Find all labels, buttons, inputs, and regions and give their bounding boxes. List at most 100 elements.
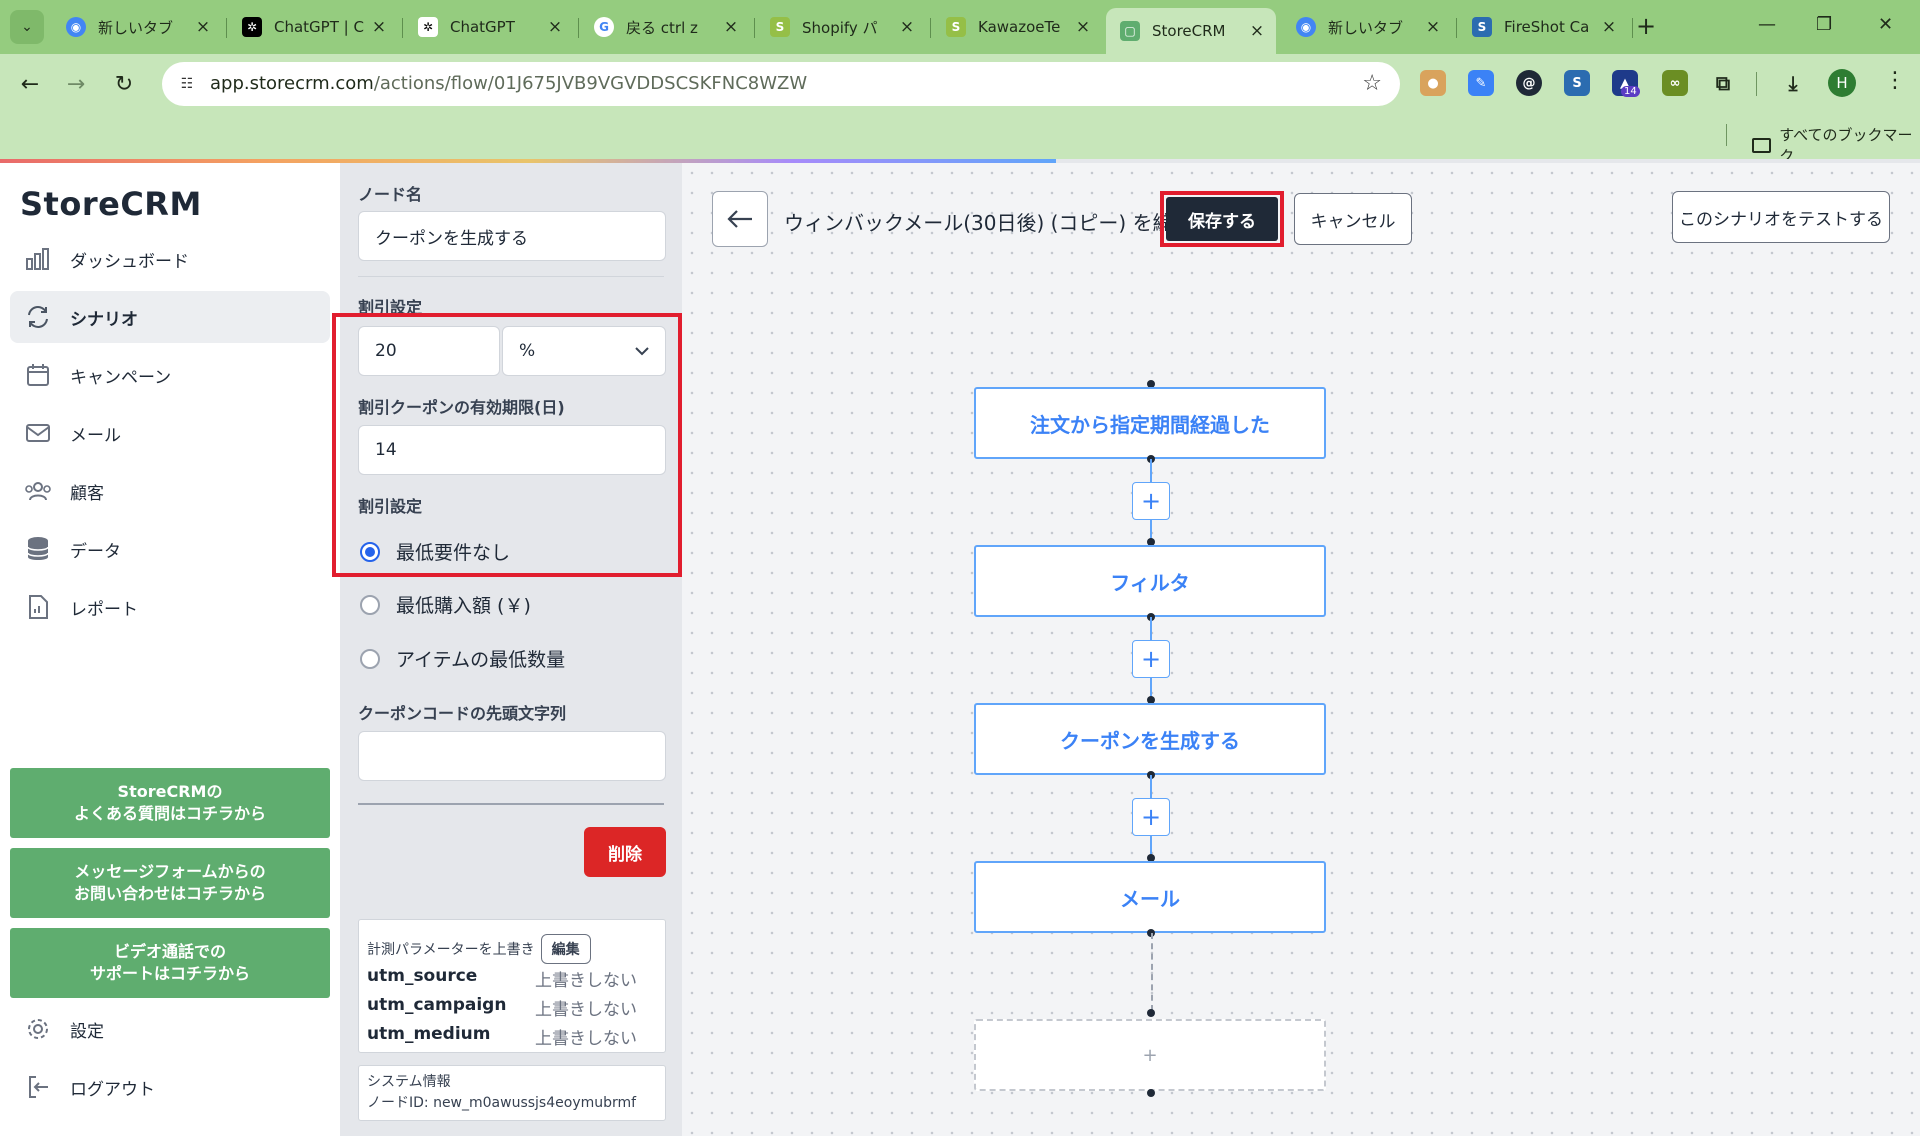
fireshot-extension-icon[interactable]: S	[1564, 70, 1590, 96]
back-button[interactable]	[712, 191, 768, 247]
radio-min-quantity[interactable]: アイテムの最低数量	[360, 645, 565, 672]
tab-3[interactable]: G 戻る ctrl z ×	[580, 8, 750, 46]
site-info-icon[interactable]: ☷	[176, 73, 198, 95]
restore-icon[interactable]: ❐	[1816, 14, 1832, 35]
openai-icon: ✲	[418, 17, 438, 37]
faq-line2: よくある質問はコチラから	[73, 804, 266, 823]
close-icon[interactable]: ×	[898, 17, 916, 37]
scenario-title: ウィンバックメール(30日後) (コピー) を編集中	[784, 211, 1213, 235]
sidebar-item-report[interactable]: レポート	[10, 581, 330, 633]
tab-title: KawazoeTe	[978, 18, 1061, 36]
close-icon[interactable]: ×	[194, 17, 212, 37]
utm-edit-button[interactable]: 編集	[540, 934, 591, 964]
coupon-prefix-input[interactable]	[358, 731, 666, 781]
system-info-box: システム情報 ノードID: new_m0awussjs4eoymubrmf	[358, 1065, 666, 1121]
sidebar-item-scenario[interactable]: シナリオ	[10, 291, 330, 343]
password-extension-icon[interactable]: @	[1516, 70, 1542, 96]
reload-icon[interactable]: ↻	[108, 68, 140, 100]
browser-menu-icon[interactable]: ⋮	[1884, 68, 1906, 93]
sidebar-item-customers[interactable]: 顧客	[10, 465, 330, 517]
sidebar-item-mail[interactable]: メール	[10, 407, 330, 459]
plus-icon: +	[1140, 645, 1162, 673]
plus-icon: +	[1142, 1044, 1158, 1066]
sidebar-item-data[interactable]: データ	[10, 523, 330, 575]
contact-form-button[interactable]: メッセージフォームからの お問い合わせはコチラから	[10, 848, 330, 918]
tab-0[interactable]: ◉ 新しいタブ ×	[52, 8, 222, 46]
flow-canvas[interactable]: ウィンバックメール(30日後) (コピー) を編集中 保存する キャンセル この…	[682, 163, 1920, 1136]
cancel-label: キャンセル	[1310, 211, 1396, 232]
close-icon[interactable]: ×	[1424, 17, 1442, 37]
tab-7[interactable]: ◉ 新しいタブ ×	[1282, 8, 1452, 46]
url-path: /actions/flow/01J675JVB9VGVDDSCSKFNC8WZW	[373, 73, 808, 94]
close-icon[interactable]: ×	[370, 17, 388, 37]
radio-indicator[interactable]	[360, 594, 380, 615]
close-icon[interactable]: ×	[1600, 17, 1618, 37]
tab-4[interactable]: S Shopify パ ×	[756, 8, 926, 46]
tab-title: 戻る ctrl z	[626, 18, 698, 37]
tab-5[interactable]: S KawazoeTe ×	[932, 8, 1102, 46]
arrow-left-icon	[727, 210, 752, 228]
sidebar-item-label: ログアウト	[70, 1079, 155, 1100]
flow-node-label: メール	[1120, 886, 1180, 911]
cookie-extension-icon[interactable]: ●	[1420, 70, 1446, 96]
tab-title: FireShot Ca	[1504, 18, 1590, 36]
chrome-icon: ◉	[66, 17, 86, 37]
forward-arrow-icon[interactable]: →	[60, 68, 92, 100]
tab-search-button[interactable]: ⌄	[10, 10, 44, 44]
flow-node-trigger[interactable]: 注文から指定期間経過した	[974, 387, 1326, 459]
sidebar-item-dashboard[interactable]: ダッシュボード	[10, 233, 330, 285]
bookmark-star-icon[interactable]: ☆	[1362, 71, 1382, 96]
back-arrow-icon[interactable]: ←	[14, 68, 46, 100]
test-scenario-button[interactable]: このシナリオをテストする	[1672, 191, 1890, 243]
faq-button[interactable]: StoreCRMの よくある質問はコチラから	[10, 768, 330, 838]
address-bar[interactable]: ☷ app.storecrm.com/actions/flow/01J675JV…	[162, 62, 1400, 106]
flow-node-placeholder[interactable]: +	[974, 1019, 1326, 1091]
video-support-button[interactable]: ビデオ通話での サポートはコチラから	[10, 928, 330, 998]
cancel-button[interactable]: キャンセル	[1294, 193, 1412, 245]
radio-indicator[interactable]	[360, 648, 380, 669]
tab-8[interactable]: S FireShot Ca ×	[1458, 8, 1628, 46]
tab-1[interactable]: ✲ ChatGPT | C ×	[228, 8, 398, 46]
new-tab-button[interactable]: +	[1636, 12, 1656, 40]
url-text[interactable]: app.storecrm.com/actions/flow/01J675JVB9…	[210, 73, 807, 94]
close-icon[interactable]: ×	[1248, 21, 1266, 41]
node-name-input[interactable]: クーポンを生成する	[358, 211, 666, 261]
close-icon[interactable]: ×	[722, 17, 740, 37]
brand-logo[interactable]: StoreCRM	[20, 185, 202, 223]
profile-avatar[interactable]: H	[1828, 69, 1856, 97]
google-icon: G	[594, 17, 614, 37]
sidebar-item-logout[interactable]: ログアウト	[10, 1061, 330, 1113]
download-icon[interactable]: ⤓	[1780, 70, 1806, 96]
test-label: このシナリオをテストする	[1679, 209, 1883, 230]
node-name-value: クーポンを生成する	[375, 228, 528, 249]
video-line1: ビデオ通話での	[113, 942, 226, 961]
close-icon[interactable]: ×	[1074, 17, 1092, 37]
utm-header: 計測パラメーターを上書き 編集	[367, 934, 591, 964]
add-node-button[interactable]: +	[1132, 482, 1170, 520]
flow-node-filter[interactable]: フィルタ	[974, 545, 1326, 617]
minimize-icon[interactable]: —	[1758, 14, 1776, 35]
delete-node-button[interactable]: 削除	[584, 827, 666, 877]
glasses-extension-icon[interactable]: ∞	[1662, 70, 1688, 96]
sidebar-item-campaign[interactable]: キャンペーン	[10, 349, 330, 401]
radio-min-purchase[interactable]: 最低購入額 (￥)	[360, 591, 531, 618]
plus-icon: +	[1140, 803, 1162, 831]
sidebar-item-label: レポート	[70, 599, 138, 620]
puzzle-extensions-icon[interactable]: ⧉	[1710, 70, 1736, 96]
chrome-icon: ◉	[1296, 17, 1316, 37]
flow-node-coupon[interactable]: クーポンを生成する	[974, 703, 1326, 775]
profile-initial: H	[1836, 74, 1848, 92]
coupon-prefix-label: クーポンコードの先頭文字列	[358, 704, 567, 723]
toolbar-divider	[1756, 72, 1757, 96]
add-node-button[interactable]: +	[1132, 640, 1170, 678]
tab-divider	[930, 18, 931, 38]
sidebar-item-settings[interactable]: 設定	[10, 1003, 330, 1055]
add-node-button[interactable]: +	[1132, 798, 1170, 836]
tab-2[interactable]: ✲ ChatGPT ×	[404, 8, 574, 46]
flow-node-mail[interactable]: メール	[974, 861, 1326, 933]
window-close-icon[interactable]: ✕	[1878, 14, 1893, 35]
pin-extension-icon[interactable]: ✎	[1468, 70, 1494, 96]
tab-6-active[interactable]: ▢ StoreCRM ×	[1106, 8, 1276, 54]
node-name-label: ノード名	[358, 185, 423, 204]
close-icon[interactable]: ×	[546, 17, 564, 37]
